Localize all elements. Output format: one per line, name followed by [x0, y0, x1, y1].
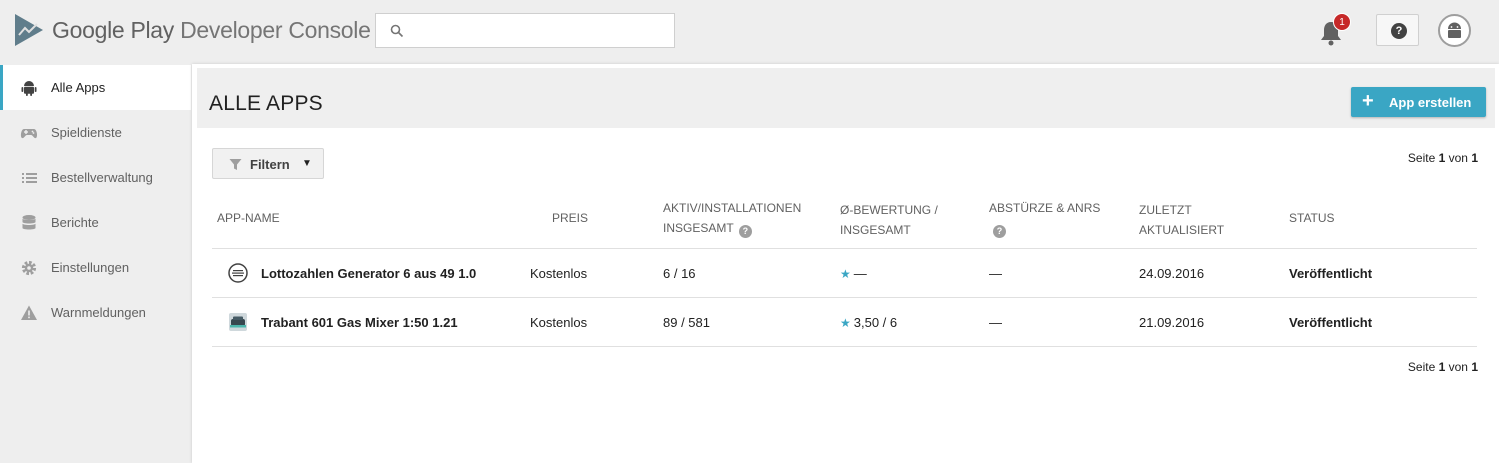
filter-funnel-icon: [229, 159, 242, 170]
pager-middle: von: [1445, 360, 1472, 374]
pager-prefix: Seite: [1407, 360, 1439, 374]
search-box: [375, 13, 675, 48]
sidebar-item-bestellverwaltung[interactable]: Bestellverwaltung: [0, 155, 191, 200]
updated-header-line2: AKTUALISIERT: [1139, 223, 1225, 237]
sidebar-item-label: Alle Apps: [51, 80, 106, 95]
pager-prefix: Seite: [1407, 151, 1439, 165]
help-question-icon[interactable]: ?: [993, 225, 1006, 238]
trabant-app-icon: [229, 313, 247, 331]
app-price: Kostenlos: [530, 315, 588, 330]
top-bar: Google Play Developer Console 1 ?: [0, 0, 1499, 64]
sidebar-item-spieldienste[interactable]: Spieldienste: [0, 110, 191, 155]
sidebar: Alle Apps Spieldienste Bestellverwaltung…: [0, 64, 191, 463]
app-installs: 89 / 581: [663, 315, 710, 330]
android-icon: [21, 81, 37, 96]
android-avatar-icon: [1448, 22, 1461, 38]
sidebar-item-label: Spieldienste: [51, 125, 122, 140]
app-status: Veröffentlicht: [1289, 315, 1373, 330]
updated-header-line1: ZULETZT: [1139, 203, 1192, 217]
app-status: Veröffentlicht: [1289, 266, 1373, 281]
installs-header-line2: INSGESAMT: [663, 221, 734, 235]
app-name[interactable]: Lottozahlen Generator 6 aus 49 1.0: [261, 266, 476, 281]
brand-google-play: Google Play: [52, 17, 174, 43]
sidebar-item-label: Warnmeldungen: [51, 305, 146, 320]
app-rating: ★ —: [840, 266, 867, 281]
crashes-header-line1: ABSTÜRZE & ANRS: [989, 201, 1101, 215]
brand-title[interactable]: Google Play Developer Console: [52, 17, 371, 44]
star-icon: ★: [840, 316, 851, 330]
rating-header-line2: INSGESAMT: [840, 223, 911, 237]
app-updated: 21.09.2016: [1139, 315, 1205, 330]
warning-icon: [21, 305, 37, 320]
sidebar-item-label: Einstellungen: [51, 260, 130, 275]
sidebar-item-label: Bestellverwaltung: [51, 170, 153, 185]
caret-down-icon: ▼: [302, 158, 312, 169]
sidebar-item-einstellungen[interactable]: Einstellungen: [0, 245, 191, 290]
pager-middle: von: [1445, 151, 1472, 165]
list-icon: [22, 173, 37, 183]
app-updated: 24.09.2016: [1139, 266, 1205, 281]
column-header-updated[interactable]: ZULETZT AKTUALISIERT: [1139, 200, 1224, 240]
search-icon: [390, 24, 404, 38]
help-icon: ?: [1391, 23, 1407, 39]
filter-label: Filtern: [250, 157, 290, 172]
column-header-status[interactable]: STATUS: [1289, 208, 1335, 228]
column-header-rating[interactable]: Ø-BEWERTUNG / INSGESAMT: [840, 200, 938, 240]
app-name[interactable]: Trabant 601 Gas Mixer 1:50 1.21: [261, 315, 458, 330]
sidebar-item-alle-apps[interactable]: Alle Apps: [0, 65, 191, 110]
star-icon: ★: [840, 267, 851, 281]
app-installs: 6 / 16: [663, 266, 696, 281]
gamepad-icon: [20, 129, 38, 139]
column-header-installs[interactable]: AKTIV/INSTALLATIONEN INSGESAMT ?: [663, 198, 801, 238]
page-header: ALLE APPS + App erstellen: [197, 68, 1495, 128]
search-input[interactable]: [412, 20, 662, 42]
main-content: ALLE APPS + App erstellen Filtern ▼ Seit…: [192, 64, 1499, 463]
account-avatar-button[interactable]: [1438, 14, 1471, 47]
pager-total: 1: [1471, 151, 1478, 165]
brand-developer-console: Developer Console: [174, 17, 371, 43]
create-app-label: App erstellen: [1389, 95, 1472, 110]
notification-count-badge: 1: [1333, 13, 1351, 31]
installs-header-line1: AKTIV/INSTALLATIONEN: [663, 201, 802, 215]
pagination-bottom: Seite 1 von 1: [1408, 360, 1478, 374]
app-crashes: —: [989, 266, 1002, 281]
column-header-price[interactable]: PREIS: [552, 208, 588, 228]
sidebar-item-berichte[interactable]: Berichte: [0, 200, 191, 245]
filter-button[interactable]: Filtern ▼: [212, 148, 324, 179]
table-row[interactable]: Trabant 601 Gas Mixer 1:50 1.21 Kostenlo…: [212, 298, 1477, 346]
pager-total: 1: [1471, 360, 1478, 374]
app-rating: ★ 3,50 / 6: [840, 315, 897, 330]
app-price: Kostenlos: [530, 266, 588, 281]
sidebar-item-label: Berichte: [51, 215, 99, 230]
column-header-crashes[interactable]: ABSTÜRZE & ANRS ?: [989, 198, 1100, 238]
column-header-app-name[interactable]: APP-NAME: [217, 208, 280, 228]
create-app-button[interactable]: + App erstellen: [1351, 87, 1486, 117]
rating-value: —: [853, 266, 867, 281]
play-console-logo-icon[interactable]: [14, 13, 44, 47]
help-question-icon[interactable]: ?: [738, 225, 752, 238]
database-icon: [22, 215, 36, 230]
table-divider: [212, 346, 1477, 347]
plus-icon: +: [1362, 90, 1374, 112]
app-crashes: —: [989, 315, 1002, 330]
lottery-app-icon: [228, 263, 248, 283]
page-title: ALLE APPS: [209, 92, 323, 115]
rating-value: 3,50 / 6: [853, 315, 898, 330]
help-button[interactable]: ?: [1376, 14, 1419, 46]
sidebar-item-warnmeldungen[interactable]: Warnmeldungen: [0, 290, 191, 335]
gear-icon: [21, 260, 37, 276]
table-row[interactable]: Lottozahlen Generator 6 aus 49 1.0 Koste…: [212, 249, 1477, 297]
pagination-top: Seite 1 von 1: [1408, 151, 1478, 165]
rating-header-line1: Ø-BEWERTUNG /: [840, 203, 938, 217]
